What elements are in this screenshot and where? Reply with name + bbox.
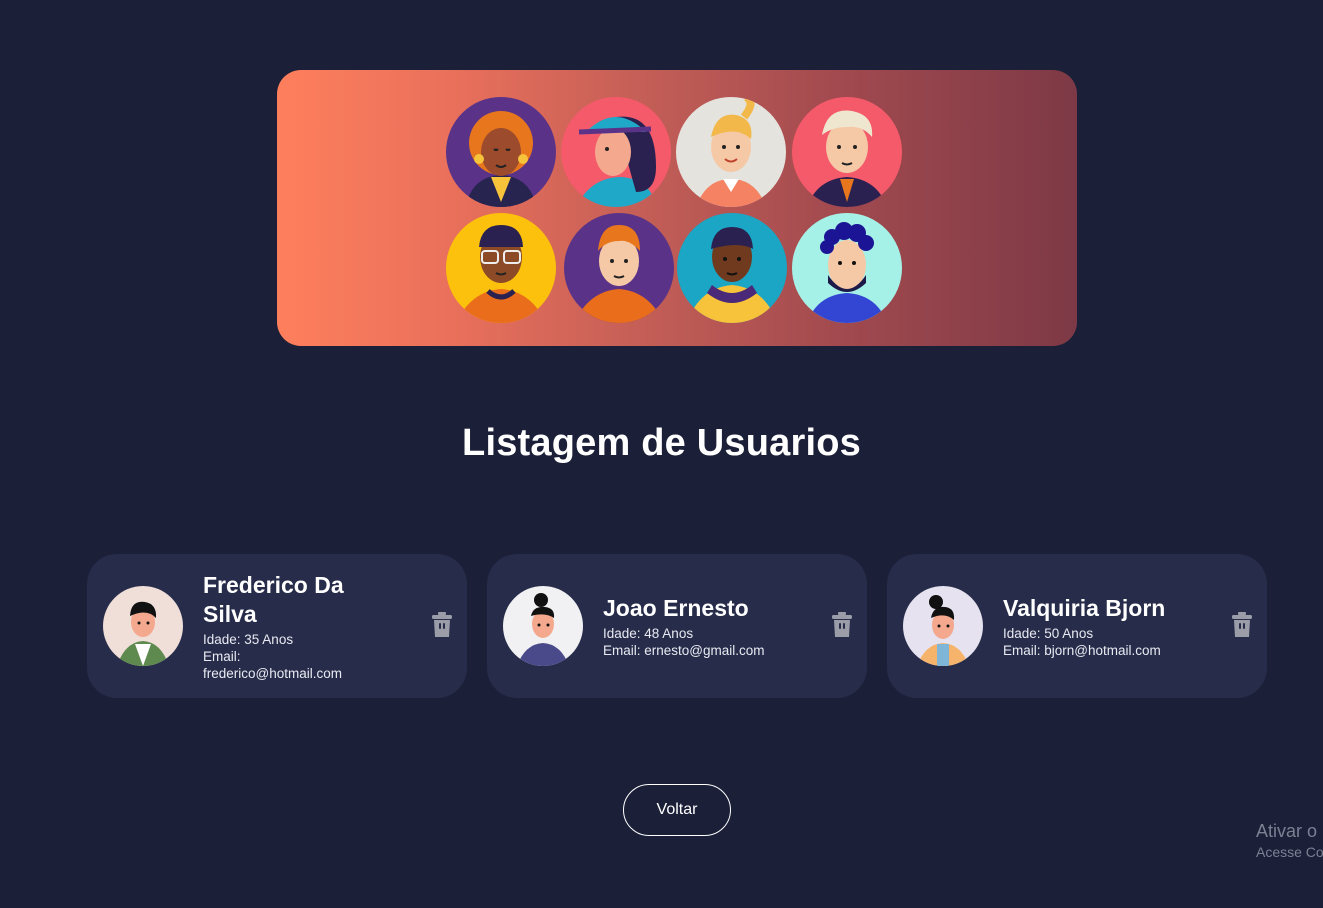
user-info: Frederico Da Silva Idade: 35 Anos Email:… xyxy=(203,571,403,682)
user-email-label: Email: xyxy=(1003,643,1041,658)
user-avatar xyxy=(103,586,183,666)
avatar-man-beard xyxy=(792,213,902,323)
user-email-label: Email: xyxy=(603,643,641,658)
avatar-man-hoodie xyxy=(677,213,787,323)
user-email: ernesto@gmail.com xyxy=(644,643,765,658)
avatar-woman-curly-hair xyxy=(446,97,556,207)
user-name: Valquiria Bjorn xyxy=(1003,595,1166,621)
back-button[interactable]: Voltar xyxy=(623,784,731,836)
user-card: Valquiria Bjorn Idade: 50 Anos Email: bj… xyxy=(887,554,1267,698)
user-email: bjorn@hotmail.com xyxy=(1044,643,1161,658)
page-title: Listagem de Usuarios xyxy=(462,422,861,464)
user-card: Joao Ernesto Idade: 48 Anos Email: ernes… xyxy=(487,554,867,698)
avatar-man-glasses xyxy=(446,213,556,323)
avatar-man-freckles xyxy=(564,213,674,323)
avatar-woman-cap xyxy=(561,97,671,207)
trash-icon[interactable] xyxy=(1231,612,1253,638)
activation-watermark: Ativar o Acesse Co xyxy=(1256,820,1323,862)
watermark-line-1: Ativar o xyxy=(1256,821,1318,841)
user-name: Frederico Da Silva xyxy=(203,572,344,627)
user-name: Joao Ernesto xyxy=(603,595,749,621)
user-age: Idade: 35 Anos xyxy=(203,632,294,647)
avatar-man-white-hair xyxy=(792,97,902,207)
user-age: Idade: 50 Anos xyxy=(1003,626,1094,641)
avatar-woman-ponytail xyxy=(676,97,786,207)
trash-icon[interactable] xyxy=(831,612,853,638)
user-email: frederico@hotmail.com xyxy=(203,666,343,681)
user-info: Joao Ernesto Idade: 48 Anos Email: ernes… xyxy=(603,594,803,659)
trash-icon[interactable] xyxy=(431,612,453,638)
user-age: Idade: 48 Anos xyxy=(603,626,694,641)
user-email-label: Email: xyxy=(203,649,241,664)
hero-avatar-grid xyxy=(446,97,906,325)
watermark-line-2: Acesse Co xyxy=(1256,844,1323,860)
user-card: Frederico Da Silva Idade: 35 Anos Email:… xyxy=(87,554,467,698)
user-info: Valquiria Bjorn Idade: 50 Anos Email: bj… xyxy=(1003,594,1203,659)
user-avatar xyxy=(903,586,983,666)
user-avatar xyxy=(503,586,583,666)
